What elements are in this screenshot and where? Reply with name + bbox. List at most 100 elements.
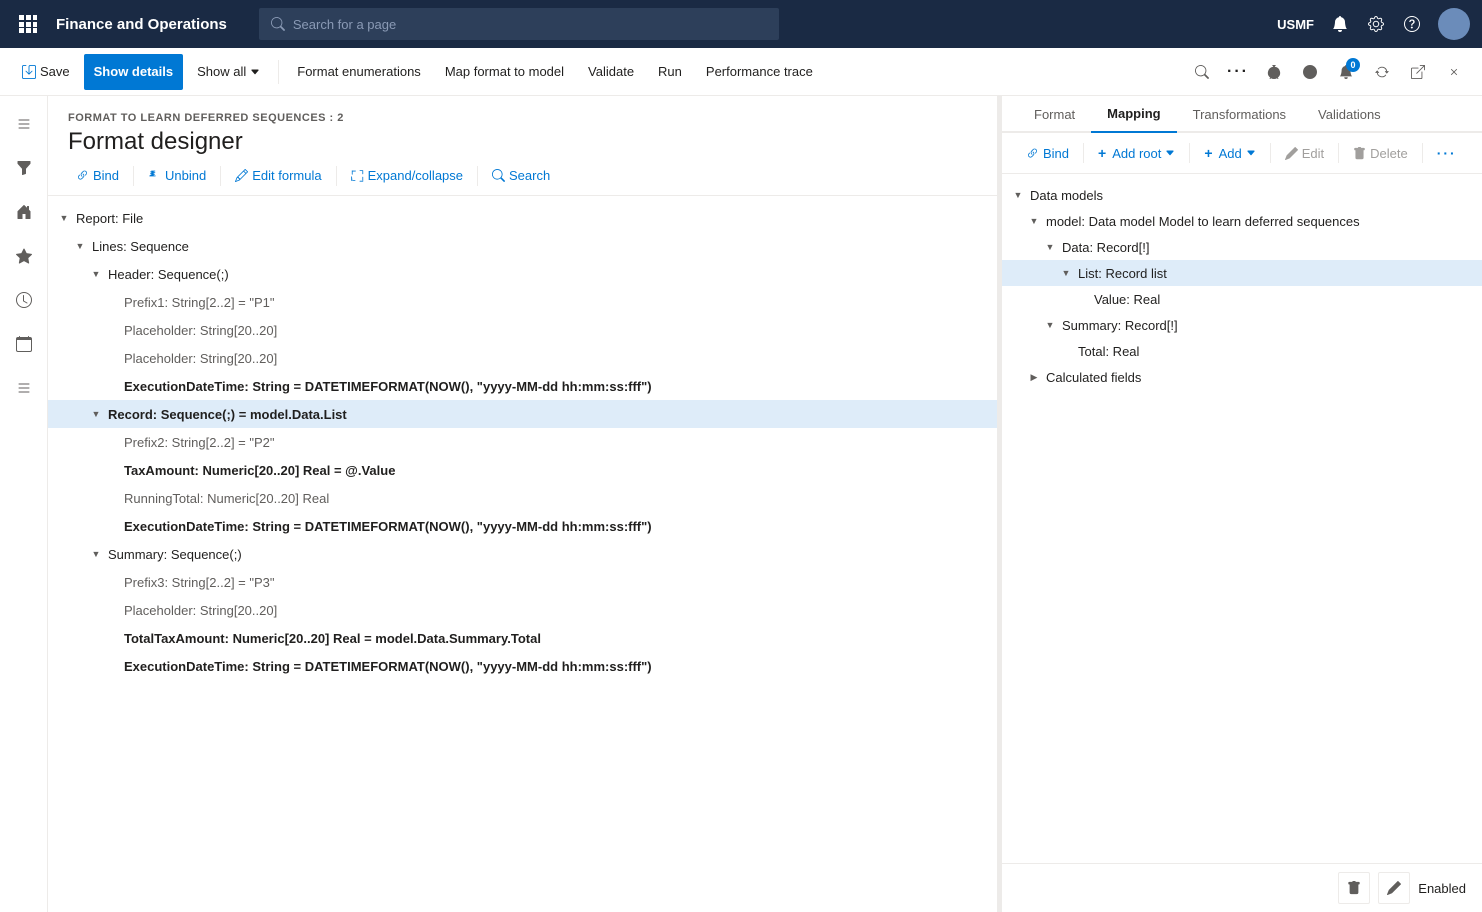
expand-collapse-button[interactable]: Expand/collapse [343,164,471,187]
edit-bottom-button[interactable] [1378,872,1410,904]
tree-item-runningtotal[interactable]: RunningTotal: Numeric[20..20] Real [48,484,997,512]
tree-item-placeholder3[interactable]: Placeholder: String[20..20] [48,596,997,624]
tree-label: TaxAmount: Numeric[20..20] Real = @.Valu… [120,463,395,478]
model-item-data_record[interactable]: ▼Data: Record[!] [1002,234,1482,260]
unbind-button[interactable]: Unbind [140,164,214,187]
right-tabs: FormatMappingTransformationsValidations [1002,96,1482,133]
more-options-icon[interactable]: ··· [1222,56,1254,88]
format-enumerations-button[interactable]: Format enumerations [287,54,431,90]
refresh-icon[interactable] [1366,56,1398,88]
edit-formula-button[interactable]: Edit formula [227,164,329,187]
tree-item-prefix1[interactable]: Prefix1: String[2..2] = "P1" [48,288,997,316]
tree-item-placeholder2[interactable]: Placeholder: String[20..20] [48,344,997,372]
tree-label: Placeholder: String[20..20] [120,351,277,366]
search-tree-button[interactable]: Search [484,164,558,187]
toggle-icon [104,462,120,478]
tree-item-header[interactable]: ▼Header: Sequence(;) [48,260,997,288]
show-details-label: Show details [94,64,173,79]
right-sep-5 [1422,143,1423,163]
tree-item-prefix3[interactable]: Prefix3: String[2..2] = "P3" [48,568,997,596]
delete-bottom-button[interactable] [1338,872,1370,904]
run-button[interactable]: Run [648,54,692,90]
save-button[interactable]: Save [12,54,80,90]
delete-mapping-button[interactable]: Delete [1345,142,1416,165]
notification-badge: 0 [1346,58,1360,72]
show-details-button[interactable]: Show details [84,54,183,90]
toggle-icon [104,602,120,618]
global-search-input[interactable] [293,17,767,32]
global-search-box[interactable] [259,8,779,40]
tree-item-prefix2[interactable]: Prefix2: String[2..2] = "P2" [48,428,997,456]
toggle-icon [104,490,120,506]
sidebar-menu-icon[interactable] [4,104,44,144]
commandbar-right: ··· 0 [1186,56,1470,88]
tab-format[interactable]: Format [1018,96,1091,133]
tree-item-placeholder1[interactable]: Placeholder: String[20..20] [48,316,997,344]
toggle-icon [104,434,120,450]
model-item-calc_fields[interactable]: ▶Calculated fields [1002,364,1482,390]
bind-button[interactable]: Bind [68,164,127,187]
right-panel: FormatMappingTransformationsValidations … [1002,96,1482,912]
tree-item-execdate1[interactable]: ExecutionDateTime: String = DATETIMEFORM… [48,372,997,400]
tree-item-record[interactable]: ▼Record: Sequence(;) = model.Data.List [48,400,997,428]
toggle-icon: ▼ [72,238,88,254]
tree-item-execdate3[interactable]: ExecutionDateTime: String = DATETIMEFORM… [48,652,997,680]
tree-label: Placeholder: String[20..20] [120,323,277,338]
tab-transformations[interactable]: Transformations [1177,96,1302,133]
sidebar-list-icon[interactable] [4,368,44,408]
help-icon[interactable] [1402,14,1422,34]
performance-trace-button[interactable]: Performance trace [696,54,823,90]
model-label: Data: Record[!] [1058,240,1149,255]
validate-button[interactable]: Validate [578,54,644,90]
tree-item-summary[interactable]: ▼Summary: Sequence(;) [48,540,997,568]
toolbar-sep-1 [133,166,134,186]
tree-item-report[interactable]: ▼Report: File [48,204,997,232]
model-item-model_node[interactable]: ▼model: Data model Model to learn deferr… [1002,208,1482,234]
close-icon[interactable] [1438,56,1470,88]
performance-trace-label: Performance trace [706,64,813,79]
map-format-to-model-button[interactable]: Map format to model [435,54,574,90]
topbar-right: USMF [1277,8,1470,40]
model-item-summary_record[interactable]: ▼Summary: Record[!] [1002,312,1482,338]
add-button[interactable]: + Add [1196,141,1263,165]
apps-grid-icon[interactable] [12,8,44,40]
notification-badge-button[interactable]: 0 [1330,56,1362,88]
model-toggle-icon: ▼ [1010,190,1026,200]
toggle-icon [104,378,120,394]
model-item-value_real[interactable]: Value: Real [1002,286,1482,312]
open-external-icon[interactable] [1402,56,1434,88]
model-item-data_models[interactable]: ▼Data models [1002,182,1482,208]
model-item-total_real[interactable]: Total: Real [1002,338,1482,364]
right-sep-1 [1083,143,1084,163]
more-mapping-button[interactable]: ··· [1429,141,1465,165]
add-root-button[interactable]: + Add root [1090,141,1183,165]
right-sep-4 [1338,143,1339,163]
tab-mapping[interactable]: Mapping [1091,96,1176,133]
tab-validations[interactable]: Validations [1302,96,1397,133]
search-cmd-icon[interactable] [1186,56,1218,88]
edit-mapping-button[interactable]: Edit [1277,142,1332,165]
tree-item-taxamount[interactable]: TaxAmount: Numeric[20..20] Real = @.Valu… [48,456,997,484]
notification-icon[interactable] [1330,14,1350,34]
sidebar-home-icon[interactable] [4,192,44,232]
sidebar-star-icon[interactable] [4,236,44,276]
run-label: Run [658,64,682,79]
model-toggle-icon: ▼ [1026,216,1042,226]
tree-label: ExecutionDateTime: String = DATETIMEFORM… [120,519,652,534]
settings-icon[interactable] [1366,14,1386,34]
model-item-list_record[interactable]: ▼List: Record list [1002,260,1482,286]
sidebar-recent-icon[interactable] [4,280,44,320]
tree-item-totaltax[interactable]: TotalTaxAmount: Numeric[20..20] Real = m… [48,624,997,652]
sidebar-filter-icon[interactable] [4,148,44,188]
mapping-bind-button[interactable]: Bind [1018,142,1077,165]
tree-item-execdate2[interactable]: ExecutionDateTime: String = DATETIMEFORM… [48,512,997,540]
show-all-button[interactable]: Show all [187,54,270,90]
user-avatar[interactable] [1438,8,1470,40]
tree-label: Header: Sequence(;) [104,267,229,282]
office-icon[interactable] [1294,56,1326,88]
toolbar-sep-2 [220,166,221,186]
plugin-icon[interactable] [1258,56,1290,88]
tree-item-lines[interactable]: ▼Lines: Sequence [48,232,997,260]
separator-1 [278,60,279,84]
sidebar-calendar-icon[interactable] [4,324,44,364]
